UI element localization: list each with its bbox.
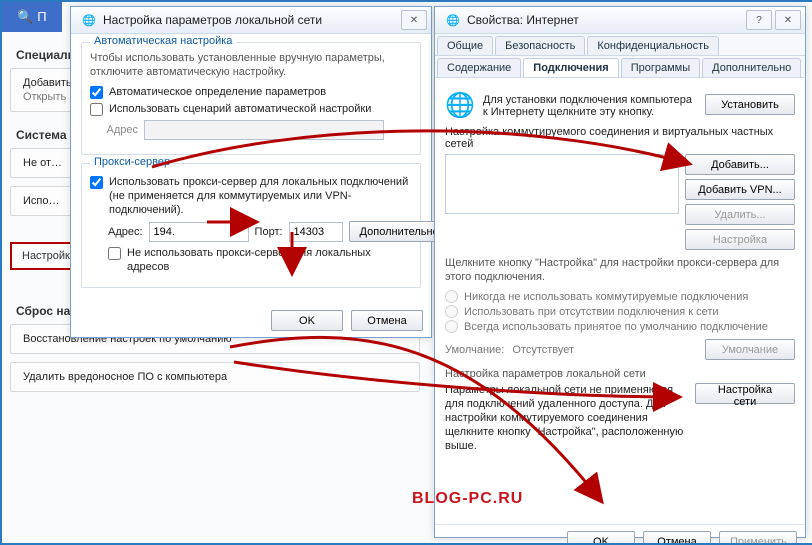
checkbox-input[interactable]: [90, 176, 103, 189]
apply-button: Применить: [719, 531, 797, 545]
globe-icon: 🌐: [81, 12, 97, 28]
checkbox-input[interactable]: [90, 86, 103, 99]
search-icon[interactable]: 🔍 П: [2, 2, 62, 32]
checkbox-label: Использовать сценарий автоматической нас…: [109, 102, 371, 116]
ok-button[interactable]: OK: [271, 310, 343, 331]
lan-legend: Настройка параметров локальной сети: [445, 368, 795, 380]
tab-security[interactable]: Безопасность: [495, 36, 585, 55]
field-label: Адрес:: [108, 226, 143, 238]
cancel-button[interactable]: Отмена: [643, 531, 711, 545]
dial-always-radio[interactable]: Всегда использовать принятое по умолчани…: [445, 320, 795, 333]
group-legend: Автоматическая настройка: [90, 35, 236, 47]
set-default-button: Умолчание: [705, 339, 795, 360]
internet-properties-dialog: 🌐 Свойства: Интернет ? ✕ Общие Безопасно…: [434, 6, 806, 538]
add-connection-button[interactable]: Добавить...: [685, 154, 795, 175]
connection-wizard-icon: 🌐: [445, 94, 475, 118]
proxy-group: Прокси-сервер Использовать прокси-сервер…: [81, 163, 421, 288]
checkbox-label: Использовать прокси-сервер для локальных…: [109, 175, 412, 217]
help-icon[interactable]: ?: [746, 10, 772, 30]
checkbox-input[interactable]: [108, 247, 121, 260]
connection-settings-button: Настройка: [685, 229, 795, 250]
use-proxy-checkbox[interactable]: Использовать прокси-сервер для локальных…: [90, 175, 412, 217]
cleanup-row[interactable]: Удалить вредоносное ПО с компьютера: [10, 362, 420, 392]
field-label: Адрес: [90, 124, 138, 136]
dialog-title: Свойства: Интернет: [467, 13, 743, 27]
dial-connections-list[interactable]: [445, 154, 679, 214]
autoscript-checkbox[interactable]: Использовать сценарий автоматической нас…: [90, 102, 412, 116]
ok-button[interactable]: OK: [567, 531, 635, 545]
row-label: Удалить вредоносное ПО с компьютера: [23, 371, 407, 383]
close-icon[interactable]: ✕: [775, 10, 801, 30]
dial-hint: Щелкните кнопку "Настройка" для настройк…: [445, 256, 795, 284]
tab-general[interactable]: Общие: [437, 36, 493, 55]
tab-advanced[interactable]: Дополнительно: [702, 58, 801, 77]
checkbox-label: Автоматическое определение параметров: [109, 85, 326, 99]
lan-settings-button[interactable]: Настройка сети: [695, 383, 795, 404]
add-vpn-button[interactable]: Добавить VPN...: [685, 179, 795, 200]
tabs-row: Общие Безопасность Конфиденциальность: [435, 34, 805, 56]
autoscript-url-input: [144, 120, 384, 140]
tabs-row: Содержание Подключения Программы Дополни…: [435, 56, 805, 78]
checkbox-input[interactable]: [90, 103, 103, 116]
field-label: Порт:: [255, 226, 283, 238]
lan-settings-dialog: 🌐 Настройка параметров локальной сети ✕ …: [70, 6, 432, 338]
setup-hint: Для установки подключения компьютера к И…: [483, 94, 697, 118]
auto-config-group: Автоматическая настройка Чтобы использов…: [81, 42, 421, 155]
auto-hint: Чтобы использовать установленные вручную…: [90, 51, 412, 79]
dial-nolan-radio[interactable]: Использовать при отсутствии подключения …: [445, 305, 795, 318]
checkbox-label: Не использовать прокси-сервер для локаль…: [127, 246, 412, 274]
tab-connections[interactable]: Подключения: [523, 58, 618, 77]
dial-never-radio[interactable]: Никогда не использовать коммутируемые по…: [445, 290, 795, 303]
tab-programs[interactable]: Программы: [621, 58, 700, 77]
globe-icon: 🌐: [445, 12, 461, 28]
dialog-title: Настройка параметров локальной сети: [103, 13, 398, 27]
proxy-address-input[interactable]: [149, 222, 249, 242]
default-label: Умолчание:: [445, 344, 504, 356]
autodetect-checkbox[interactable]: Автоматическое определение параметров: [90, 85, 412, 99]
lan-description: Параметры локальной сети не применяются …: [445, 383, 687, 453]
close-icon[interactable]: ✕: [401, 10, 427, 30]
cancel-button[interactable]: Отмена: [351, 310, 423, 331]
remove-connection-button: Удалить...: [685, 204, 795, 225]
dial-legend: Настройка коммутируемого соединения и ви…: [445, 126, 795, 150]
group-legend: Прокси-сервер: [90, 156, 174, 168]
setup-button[interactable]: Установить: [705, 94, 795, 115]
bypass-local-checkbox[interactable]: Не использовать прокси-сервер для локаль…: [90, 246, 412, 274]
tab-privacy[interactable]: Конфиденциальность: [587, 36, 719, 55]
default-value: Отсутствует: [512, 344, 697, 356]
proxy-port-input[interactable]: [289, 222, 343, 242]
tab-content[interactable]: Содержание: [437, 58, 521, 77]
